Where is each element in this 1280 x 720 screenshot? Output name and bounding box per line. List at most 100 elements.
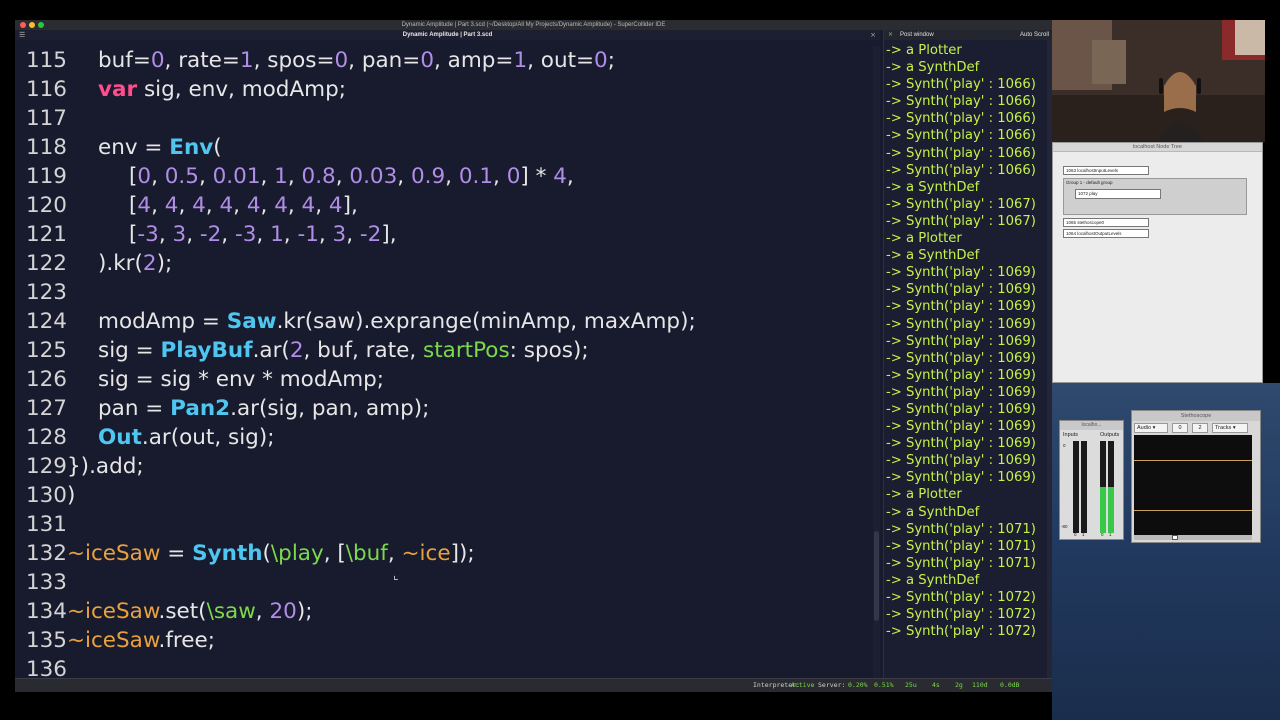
code-line[interactable]: 130)	[15, 481, 873, 510]
code-text[interactable]: var sig, env, modAmp;	[98, 75, 346, 104]
server-synths[interactable]: 4s	[932, 679, 940, 692]
code-token: 4	[164, 193, 179, 218]
code-text[interactable]: env = Env(	[98, 133, 222, 162]
code-text[interactable]: sig = sig * env * modAmp;	[98, 365, 384, 394]
code-line[interactable]: 131	[15, 510, 873, 539]
code-line[interactable]: 118 env = Env(	[15, 133, 873, 162]
post-line: -> Synth('play' : 1066)	[886, 111, 1036, 127]
stethoscope-title: Stethoscope	[1132, 411, 1260, 421]
code-text[interactable]: ~iceSaw.set(\saw, 20);	[67, 597, 312, 626]
line-number: 117	[25, 106, 67, 131]
line-number: 126	[25, 367, 67, 392]
code-line[interactable]: 120 [4, 4, 4, 4, 4, 4, 4, 4],	[15, 191, 873, 220]
code-line[interactable]: 124 modAmp = Saw.kr(saw).exprange(minAmp,…	[15, 307, 873, 336]
code-line[interactable]: 134 ~iceSaw.set(\saw, 20);	[15, 597, 873, 626]
node-item[interactable]: 1064 localhostOutputLevels	[1063, 229, 1149, 238]
code-token: ,	[260, 164, 275, 189]
code-line[interactable]: 128 Out.ar(out, sig);	[15, 423, 873, 452]
code-text[interactable]: }).add;	[67, 452, 144, 481]
code-text[interactable]: buf=0, rate=1, spos=0, pan=0, amp=1, out…	[98, 46, 615, 75]
channel-count-field[interactable]: 2	[1192, 423, 1208, 433]
server-peak-cpu[interactable]: 0.51%	[874, 679, 894, 692]
scope-display[interactable]	[1134, 435, 1252, 535]
code-token: ,	[315, 193, 329, 218]
code-line[interactable]: 125 sig = PlayBuf.ar(2, buf, rate, startP…	[15, 336, 873, 365]
code-token: -2	[359, 222, 382, 247]
code-line[interactable]: 119 [0, 0.5, 0.01, 1, 0.8, 0.03, 0.9, 0.1…	[15, 162, 873, 191]
document-tab[interactable]: Dynamic Amplitude | Part 3.scd	[15, 30, 880, 40]
code-text[interactable]: sig = PlayBuf.ar(2, buf, rate, startPos:…	[98, 336, 589, 365]
post-window-header: × Post window Auto Scroll	[884, 30, 1053, 40]
code-token: =	[160, 541, 193, 566]
code-line[interactable]: 117	[15, 104, 873, 133]
post-line: -> Synth('play' : 1069)	[886, 316, 1036, 332]
code-text[interactable]: )	[67, 481, 75, 510]
level-meter-title: localho...	[1060, 421, 1123, 430]
code-text[interactable]: ~iceSaw = Synth(\play, [\buf, ~ice]);	[67, 539, 475, 568]
post-line: -> a SynthDef	[886, 60, 980, 76]
server-synthdefs[interactable]: 110d	[972, 679, 988, 692]
code-text[interactable]: ~iceSaw.free;	[67, 626, 215, 655]
code-line[interactable]: 116 var sig, env, modAmp;	[15, 75, 873, 104]
level-meter-window: localho... Inputs Outputs 0 -80 0 1 0 1	[1059, 420, 1124, 540]
code-text[interactable]: [0, 0.5, 0.01, 1, 0.8, 0.03, 0.9, 0.1, 0…	[129, 162, 574, 191]
code-text[interactable]: ).kr(2);	[98, 249, 172, 278]
code-line[interactable]: 133	[15, 568, 873, 597]
code-token: \saw	[206, 599, 256, 624]
channel-index-field[interactable]: 0	[1172, 423, 1188, 433]
node-item[interactable]: 1063 localhostInputLevels	[1063, 166, 1149, 175]
code-editor[interactable]: 115 buf=0, rate=1, spos=0, pan=0, amp=1, …	[15, 46, 880, 678]
node-item[interactable]: 1065 stethoscope0	[1063, 218, 1149, 227]
code-token: ~iceSaw	[67, 541, 161, 566]
editor-scrollbar[interactable]	[873, 46, 880, 678]
code-line[interactable]: 127 pan = Pan2.ar(sig, pan, amp);	[15, 394, 873, 423]
interpreter-state[interactable]: Active	[791, 679, 814, 692]
scope-zoom-handle[interactable]	[1172, 535, 1178, 540]
line-number: 129	[25, 454, 67, 479]
code-token: (	[213, 135, 222, 160]
post-window-close-icon[interactable]: ×	[888, 30, 893, 40]
server-ugens[interactable]: 25u	[905, 679, 917, 692]
scope-zoom-slider[interactable]	[1134, 535, 1252, 540]
close-tab-icon[interactable]: ×	[870, 30, 876, 40]
node-item[interactable]: 1072 play	[1075, 189, 1161, 199]
server-avg-cpu[interactable]: 0.20%	[848, 679, 868, 692]
code-token: sig =	[98, 338, 161, 363]
code-line[interactable]: 123	[15, 278, 873, 307]
code-token: (	[262, 541, 271, 566]
code-text[interactable]: [-3, 3, -2, -3, 1, -1, 3, -2],	[129, 220, 397, 249]
code-line[interactable]: 129}).add;	[15, 452, 873, 481]
code-line[interactable]: 132 ~iceSaw = Synth(\play, [\buf, ~ice]);	[15, 539, 873, 568]
code-text[interactable]: Out.ar(out, sig);	[98, 423, 274, 452]
code-line[interactable]: 135 ~iceSaw.free;	[15, 626, 873, 655]
code-token: Synth	[192, 541, 263, 566]
code-line[interactable]: 126 sig = sig * env * modAmp;	[15, 365, 873, 394]
code-token: );	[156, 251, 173, 276]
code-line[interactable]: 115 buf=0, rate=1, spos=0, pan=0, amp=1, …	[15, 46, 873, 75]
code-text[interactable]: pan = Pan2.ar(sig, pan, amp);	[98, 394, 429, 423]
code-token: 2	[142, 251, 157, 276]
code-token: buf=	[98, 48, 151, 73]
auto-scroll-toggle[interactable]: Auto Scroll	[1020, 30, 1049, 40]
code-token: -3	[137, 222, 159, 247]
post-line: -> Synth('play' : 1069)	[886, 470, 1036, 486]
view-mode-select[interactable]: Tracks ▾	[1212, 423, 1248, 433]
line-number: 132	[25, 541, 67, 566]
editor-scroll-thumb[interactable]	[874, 531, 879, 621]
code-text[interactable]: [4, 4, 4, 4, 4, 4, 4, 4],	[129, 191, 358, 220]
rate-select[interactable]: Audio ▾	[1134, 423, 1168, 433]
code-token: ,	[283, 222, 298, 247]
code-line[interactable]: 136	[15, 655, 873, 678]
code-token: ).kr(	[98, 251, 143, 276]
code-line[interactable]: 122).kr(2);	[15, 249, 873, 278]
code-token: PlayBuf	[160, 338, 253, 363]
code-token: 3	[172, 222, 187, 247]
code-line[interactable]: 121 [-3, 3, -2, -3, 1, -1, 3, -2],	[15, 220, 873, 249]
code-token: 3	[332, 222, 347, 247]
code-token: startPos	[423, 338, 510, 363]
code-token: 4	[137, 193, 152, 218]
server-groups[interactable]: 2g	[955, 679, 963, 692]
post-line: -> Synth('play' : 1069)	[886, 350, 1036, 366]
server-volume[interactable]: 0.0dB	[1000, 679, 1020, 692]
code-text[interactable]: modAmp = Saw.kr(saw).exprange(minAmp, ma…	[98, 307, 696, 336]
